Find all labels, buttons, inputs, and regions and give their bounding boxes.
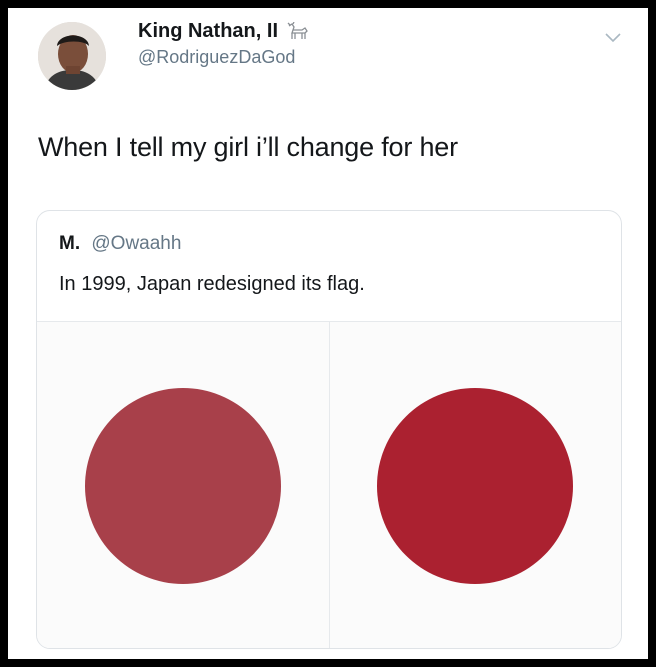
tweet-author: King Nathan, II @RodriguezDaGod <box>138 20 310 68</box>
quote-text: In 1999, Japan redesigned its flag. <box>59 273 365 295</box>
tweet-card: King Nathan, II @RodriguezDaGod When I t… <box>8 8 648 659</box>
quote-media <box>37 321 621 648</box>
author-handle[interactable]: @RodriguezDaGod <box>138 47 310 68</box>
flag-image-new[interactable] <box>328 322 621 648</box>
quoted-tweet[interactable]: M. @Owaahh In 1999, Japan redesigned its… <box>36 210 622 649</box>
flag-circle-new <box>377 387 574 584</box>
author-display-name[interactable]: King Nathan, II <box>138 20 310 43</box>
quote-author-handle[interactable]: @Owaahh <box>91 233 181 254</box>
profile-photo <box>38 22 106 90</box>
goat-icon <box>286 21 310 42</box>
avatar[interactable] <box>38 22 106 90</box>
chevron-down-icon[interactable] <box>605 30 621 48</box>
flag-image-old[interactable] <box>37 322 329 648</box>
quote-author-name[interactable]: M. <box>59 233 80 254</box>
tweet-text: When I tell my girl i’ll change for her <box>38 132 458 162</box>
quote-header: M. @Owaahh <box>59 233 181 255</box>
author-name-text[interactable]: King Nathan, II <box>138 20 278 43</box>
flag-circle-old <box>84 387 281 584</box>
